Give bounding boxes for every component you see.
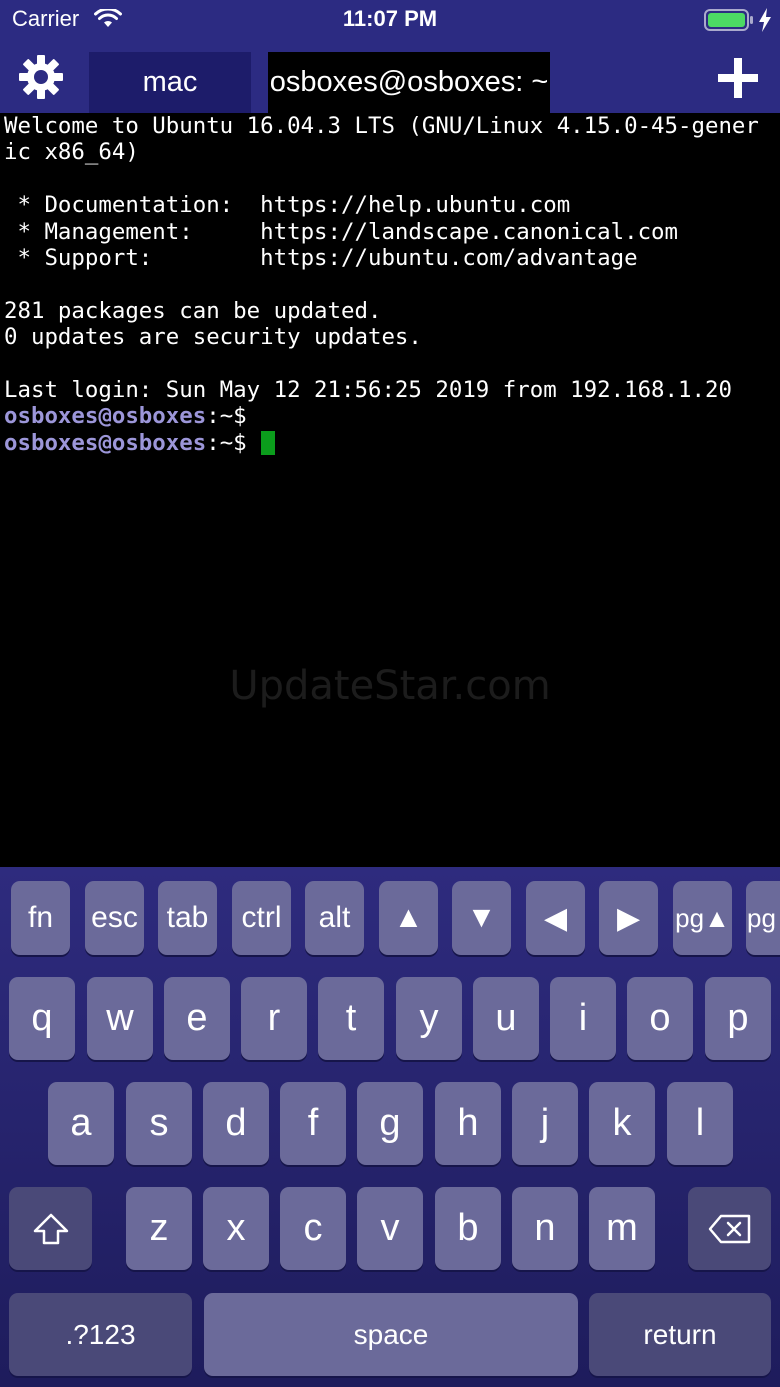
keyboard: fn esc tab ctrl alt ▲ ▼ ◀ ▶ pg▲ pg▼ q w … (0, 867, 780, 1387)
terminal-line: 0 updates are security updates. (4, 324, 422, 351)
key-esc[interactable]: esc (85, 881, 144, 955)
key-alt[interactable]: alt (305, 881, 364, 955)
key-r[interactable]: r (241, 977, 307, 1060)
key-arrow-up[interactable]: ▲ (379, 881, 438, 955)
terminal-prompt: osboxes@osboxes:~$ (4, 403, 759, 429)
key-s[interactable]: s (126, 1082, 192, 1165)
key-arrow-right[interactable]: ▶ (599, 881, 658, 955)
key-n[interactable]: n (512, 1187, 578, 1270)
key-g[interactable]: g (357, 1082, 423, 1165)
key-v[interactable]: v (357, 1187, 423, 1270)
key-a[interactable]: a (48, 1082, 114, 1165)
return-key[interactable]: return (589, 1293, 771, 1376)
key-e[interactable]: e (164, 977, 230, 1060)
terminal-line: ic x86_64) (4, 139, 139, 166)
key-p[interactable]: p (705, 977, 771, 1060)
key-page-down[interactable]: pg▼ (746, 881, 780, 955)
terminal-line: * Management: https://landscape.canonica… (4, 218, 679, 245)
prompt-suffix: :~$ (206, 429, 247, 456)
terminal-line: * Support: https://ubuntu.com/advantage (4, 244, 638, 271)
tab-osboxes-active[interactable]: osboxes@osboxes: ~ (268, 52, 550, 113)
key-q[interactable]: q (9, 977, 75, 1060)
key-d[interactable]: d (203, 1082, 269, 1165)
prompt-suffix: :~$ (206, 403, 247, 430)
key-z[interactable]: z (126, 1187, 192, 1270)
key-o[interactable]: o (627, 977, 693, 1060)
key-h[interactable]: h (435, 1082, 501, 1165)
key-arrow-down[interactable]: ▼ (452, 881, 511, 955)
terminal-cursor (260, 430, 275, 455)
key-k[interactable]: k (589, 1082, 655, 1165)
terminal-view[interactable]: Welcome to Ubuntu 16.04.3 LTS (GNU/Linux… (0, 113, 780, 867)
status-bar: Carrier 11:07 PM (0, 0, 780, 40)
key-page-up[interactable]: pg▲ (673, 881, 732, 955)
key-x[interactable]: x (203, 1187, 269, 1270)
terminal-line: 281 packages can be updated. (4, 297, 382, 324)
key-i[interactable]: i (550, 977, 616, 1060)
numbers-key[interactable]: .?123 (9, 1293, 192, 1376)
key-j[interactable]: j (512, 1082, 578, 1165)
terminal-line: Welcome to Ubuntu 16.04.3 LTS (GNU/Linux… (4, 113, 759, 139)
key-l[interactable]: l (667, 1082, 733, 1165)
key-b[interactable]: b (435, 1187, 501, 1270)
key-w[interactable]: w (87, 977, 153, 1060)
terminal-output: Welcome to Ubuntu 16.04.3 LTS (GNU/Linux… (4, 113, 759, 456)
key-u[interactable]: u (473, 977, 539, 1060)
backspace-icon (708, 1214, 750, 1243)
tab-mac[interactable]: mac (89, 52, 251, 113)
space-key[interactable]: space (204, 1293, 578, 1376)
session-tab-bar: mac osboxes@osboxes: ~ (0, 40, 780, 113)
shift-key[interactable] (9, 1187, 92, 1270)
terminal-line: * Documentation: https://help.ubuntu.com (4, 192, 571, 219)
terminal-line: Last login: Sun May 12 21:56:25 2019 fro… (4, 376, 732, 403)
key-c[interactable]: c (280, 1187, 346, 1270)
battery-icon (704, 9, 753, 31)
prompt-user: osboxes@osboxes (4, 403, 207, 430)
key-arrow-left[interactable]: ◀ (526, 881, 585, 955)
key-ctrl[interactable]: ctrl (232, 881, 291, 955)
watermark: UpdateStar.com (229, 663, 551, 709)
key-m[interactable]: m (589, 1187, 655, 1270)
key-f[interactable]: f (280, 1082, 346, 1165)
charging-bolt-icon (759, 8, 771, 32)
key-t[interactable]: t (318, 977, 384, 1060)
terminal-prompt: osboxes@osboxes:~$ (4, 430, 759, 456)
key-tab[interactable]: tab (158, 881, 217, 955)
plus-icon[interactable] (716, 56, 760, 100)
status-time: 11:07 PM (342, 6, 438, 31)
key-y[interactable]: y (396, 977, 462, 1060)
shift-arrow-icon (33, 1213, 68, 1244)
gear-icon[interactable] (18, 54, 64, 100)
key-fn[interactable]: fn (11, 881, 70, 955)
delete-key[interactable] (688, 1187, 771, 1270)
prompt-user: osboxes@osboxes (4, 429, 207, 456)
